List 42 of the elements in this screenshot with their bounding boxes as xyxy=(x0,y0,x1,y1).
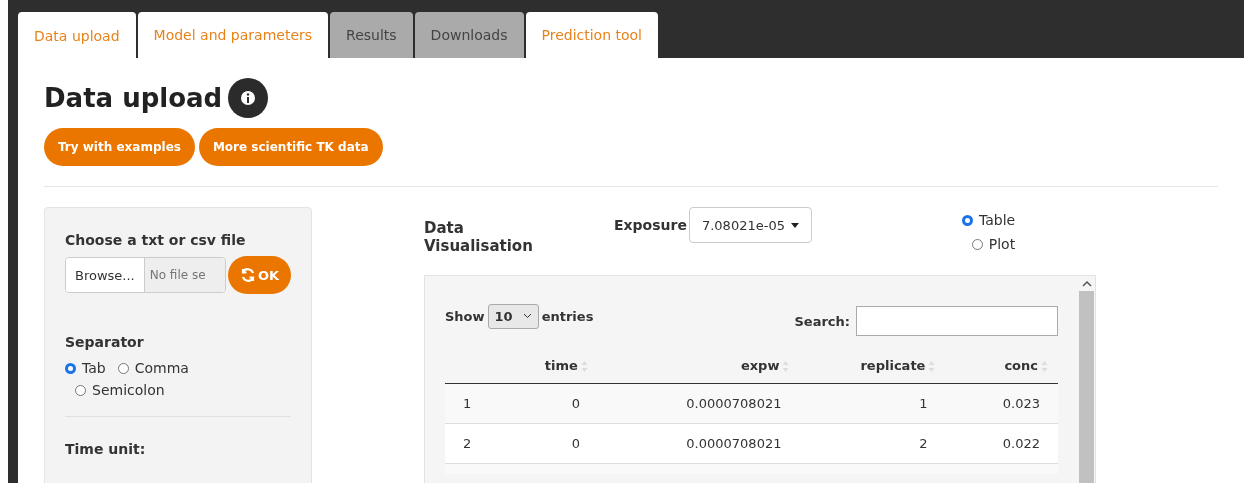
table-cell: 0.022 xyxy=(945,423,1058,464)
column-header[interactable]: replicate xyxy=(799,350,946,384)
page-size-select[interactable]: 10 xyxy=(487,303,539,329)
table-cell: 1 xyxy=(799,383,946,424)
field-label: Separator xyxy=(65,334,145,350)
table-cell: 2 xyxy=(799,423,946,464)
page-title: Data upload xyxy=(44,83,223,113)
table-cell: 0 xyxy=(501,383,598,424)
radio-option[interactable]: Plot xyxy=(971,236,1016,252)
table-cell: 0.0000708021 xyxy=(597,423,800,464)
file-input[interactable]: Browse... No file se xyxy=(65,257,226,293)
sort-icon xyxy=(782,360,790,373)
radio-option[interactable]: Semicolon xyxy=(75,382,165,398)
chevron-up-icon[interactable] xyxy=(1081,280,1092,287)
field-label: entries xyxy=(541,308,594,324)
table-cell: 0.0000708021 xyxy=(597,383,800,424)
exposure-dropdown[interactable]: 7.08021e-05 xyxy=(688,207,812,243)
file-name-field[interactable]: No file se xyxy=(144,258,225,292)
radio-option[interactable]: Table xyxy=(961,212,1016,228)
table-cell: 2 xyxy=(445,423,501,464)
field-label: Time unit: xyxy=(65,441,147,457)
info-icon[interactable] xyxy=(228,78,269,118)
column-header[interactable]: conc xyxy=(945,350,1058,384)
refresh-icon xyxy=(239,267,256,283)
browse-button[interactable]: Browse... xyxy=(66,258,145,292)
table-cell: 0 xyxy=(501,423,598,464)
column-header[interactable]: time xyxy=(501,350,598,384)
chevron-down-icon xyxy=(522,313,532,319)
field-label: Show xyxy=(445,308,485,324)
table-cell: 1 xyxy=(445,383,501,424)
radio-option[interactable]: Tab xyxy=(65,360,106,376)
sort-icon xyxy=(580,360,588,373)
field-label: Choose a txt or csv file xyxy=(65,232,247,248)
sort-icon xyxy=(928,360,936,373)
radio-option[interactable]: Comma xyxy=(117,360,189,376)
search-field[interactable] xyxy=(856,306,1058,336)
column-header[interactable]: expw xyxy=(597,350,800,384)
field-label: Exposure xyxy=(614,217,687,233)
field-label: Search: xyxy=(794,313,850,329)
section-title: Data Visualisation xyxy=(424,219,534,255)
table-cell: 0.023 xyxy=(945,383,1058,424)
sort-icon xyxy=(1041,360,1048,373)
